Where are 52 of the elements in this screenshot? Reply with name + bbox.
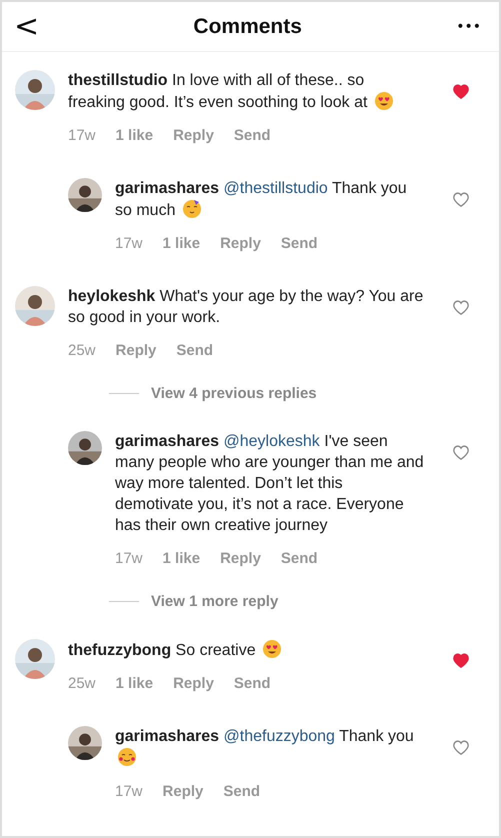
heart-eyes-emoji-icon [262,639,282,659]
smiling-hearts-emoji-icon [117,747,137,767]
mention-link[interactable]: @thestillstudio [224,180,328,197]
comment-age: 25w [68,675,96,692]
comment-age: 17w [115,783,143,800]
comment-action[interactable]: Send [176,342,214,359]
comment-text: thestillstudio In love with all of these.. so freaking good. It’s even soothing to look at [68,70,453,113]
view-replies-link[interactable]: View 1 more reply [151,593,278,610]
heart-icon [453,740,469,755]
like-button[interactable] [453,192,469,207]
comment-action[interactable]: Reply [173,127,214,144]
heart-icon [453,84,469,99]
comment-action[interactable]: Send [280,550,318,567]
comment-action[interactable]: 1 like [116,675,154,692]
comment-age: 17w [115,235,143,252]
like-button[interactable] [453,84,469,99]
party-face-emoji-icon [182,199,202,219]
comment-age: 17w [68,127,96,144]
comment-action[interactable]: Reply [173,675,214,692]
heart-icon [453,653,469,668]
comment-action[interactable]: Send [234,127,271,144]
comment-text: thefuzzybong So creative [68,639,453,661]
like-button[interactable] [453,445,469,460]
heart-icon [453,300,469,315]
heart-eyes-emoji-icon [374,91,394,111]
comment-age: 25w [68,342,96,359]
comment-age: 17w [115,550,143,567]
heart-icon [453,192,469,207]
like-button[interactable] [453,653,469,668]
mention-link[interactable]: @thefuzzybong [224,728,335,745]
like-button[interactable] [453,740,469,755]
comment-action[interactable]: Send [234,675,271,692]
comment-action[interactable]: Reply [162,783,204,800]
comment-action[interactable]: Send [223,783,260,800]
view-replies-link[interactable]: View 4 previous replies [151,385,317,402]
comment-text: heylokeshk What's your age by the way? You are so good in your work. [68,287,424,328]
comment-text: garimashares @thefuzzybong Thank you [115,726,453,769]
page-title: Comments [193,14,302,38]
comment-text: garimashares @thestillstudio Thank you so much [115,179,408,221]
back-button[interactable]: < [10,9,44,44]
comment-action[interactable]: 1 like [162,235,200,252]
comment-action[interactable]: Reply [220,235,261,252]
comment-action[interactable]: 1 like [162,550,200,567]
comment-action[interactable]: 1 like [116,127,154,144]
comment-action[interactable]: Reply [116,342,156,359]
like-button[interactable] [453,300,469,315]
comment-text: garimashares @heylokeshk I've seen many people who are younger than me and way more talented. Don’t let this demotivate you, it’s not a race. Everyone has their own creative journey [115,432,425,536]
more-options-button[interactable]: ••• [452,18,485,34]
heart-icon [453,445,469,460]
mention-link[interactable]: @heylokeshk [224,433,320,450]
comment-action[interactable]: Reply [220,550,261,567]
comment-action[interactable]: Send [280,235,318,252]
